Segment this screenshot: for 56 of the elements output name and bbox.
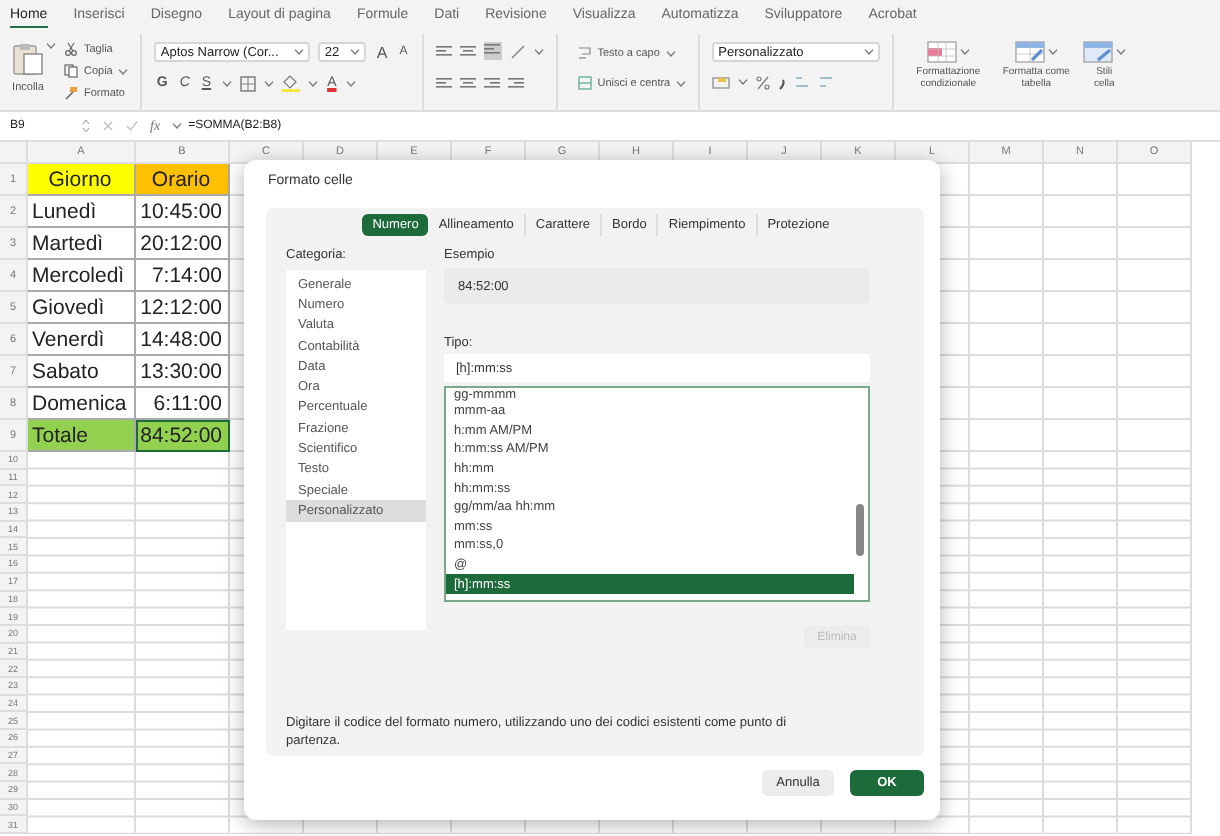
grow-font-button[interactable]: A (374, 43, 390, 61)
table-cell: 14:48:00 (136, 324, 230, 356)
caret-icon[interactable] (221, 79, 232, 87)
caret-icon[interactable] (1048, 48, 1059, 56)
cell-styles-icon (1082, 40, 1115, 64)
stepper-icon[interactable] (82, 118, 90, 134)
table-cell: Mercoledì (28, 260, 136, 292)
caret-icon[interactable] (676, 79, 687, 87)
caret-icon[interactable] (307, 79, 318, 87)
align-middle-icon[interactable] (459, 43, 476, 59)
fill-bucket-icon[interactable] (281, 74, 300, 92)
table-cell: 12:12:00 (136, 292, 230, 324)
caret-icon[interactable] (263, 79, 274, 87)
align-bottom-icon[interactable] (483, 42, 502, 60)
table-cell: Totale (28, 420, 136, 452)
copy-icon (64, 64, 78, 78)
clipboard-icon (12, 42, 44, 76)
table-cell: Giovedì (28, 292, 136, 324)
align-top-icon[interactable] (435, 43, 452, 59)
caret-icon[interactable] (864, 48, 875, 56)
caret-icon[interactable] (172, 122, 183, 130)
caret-icon[interactable] (350, 48, 361, 56)
caret-icon[interactable] (46, 42, 56, 50)
brush-icon (64, 86, 78, 100)
table-cell: Martedì (28, 228, 136, 260)
caret-icon[interactable] (294, 48, 305, 56)
align-right-icon[interactable] (483, 76, 500, 92)
align-left-icon[interactable] (435, 76, 452, 92)
table-cell: Sabato (28, 356, 136, 388)
caret-icon[interactable] (346, 79, 357, 87)
percent-icon[interactable] (756, 75, 771, 89)
caret-icon[interactable] (665, 49, 676, 57)
table-cell: 13:30:00 (136, 356, 230, 388)
merge-cells-icon (577, 76, 592, 90)
scissors-icon (64, 42, 78, 56)
conditional-format-icon (926, 40, 959, 64)
caret-icon[interactable] (118, 67, 129, 75)
caret-icon[interactable] (960, 48, 971, 56)
align-center-icon[interactable] (459, 76, 476, 92)
table-cell: 10:45:00 (136, 196, 230, 228)
caret-icon[interactable] (1116, 48, 1127, 56)
caret-icon[interactable] (738, 78, 749, 86)
borders-icon[interactable] (239, 75, 256, 91)
table-cell: Giorno (28, 164, 136, 196)
comma-style-icon[interactable] (778, 75, 787, 89)
table-format-icon (1014, 40, 1047, 64)
table-cell: Venerdì (28, 324, 136, 356)
scrollbar-thumb[interactable] (856, 504, 864, 556)
caret-icon[interactable] (533, 47, 544, 55)
table-cell: 7:14:00 (136, 260, 230, 292)
table-cell: 20:12:00 (136, 228, 230, 260)
check-icon[interactable] (126, 120, 138, 132)
table-cell: Lunedì (28, 196, 136, 228)
wrap-text-icon (577, 46, 592, 60)
table-cell: 84:52:00 (136, 420, 230, 452)
table-cell: Orario (136, 164, 230, 196)
